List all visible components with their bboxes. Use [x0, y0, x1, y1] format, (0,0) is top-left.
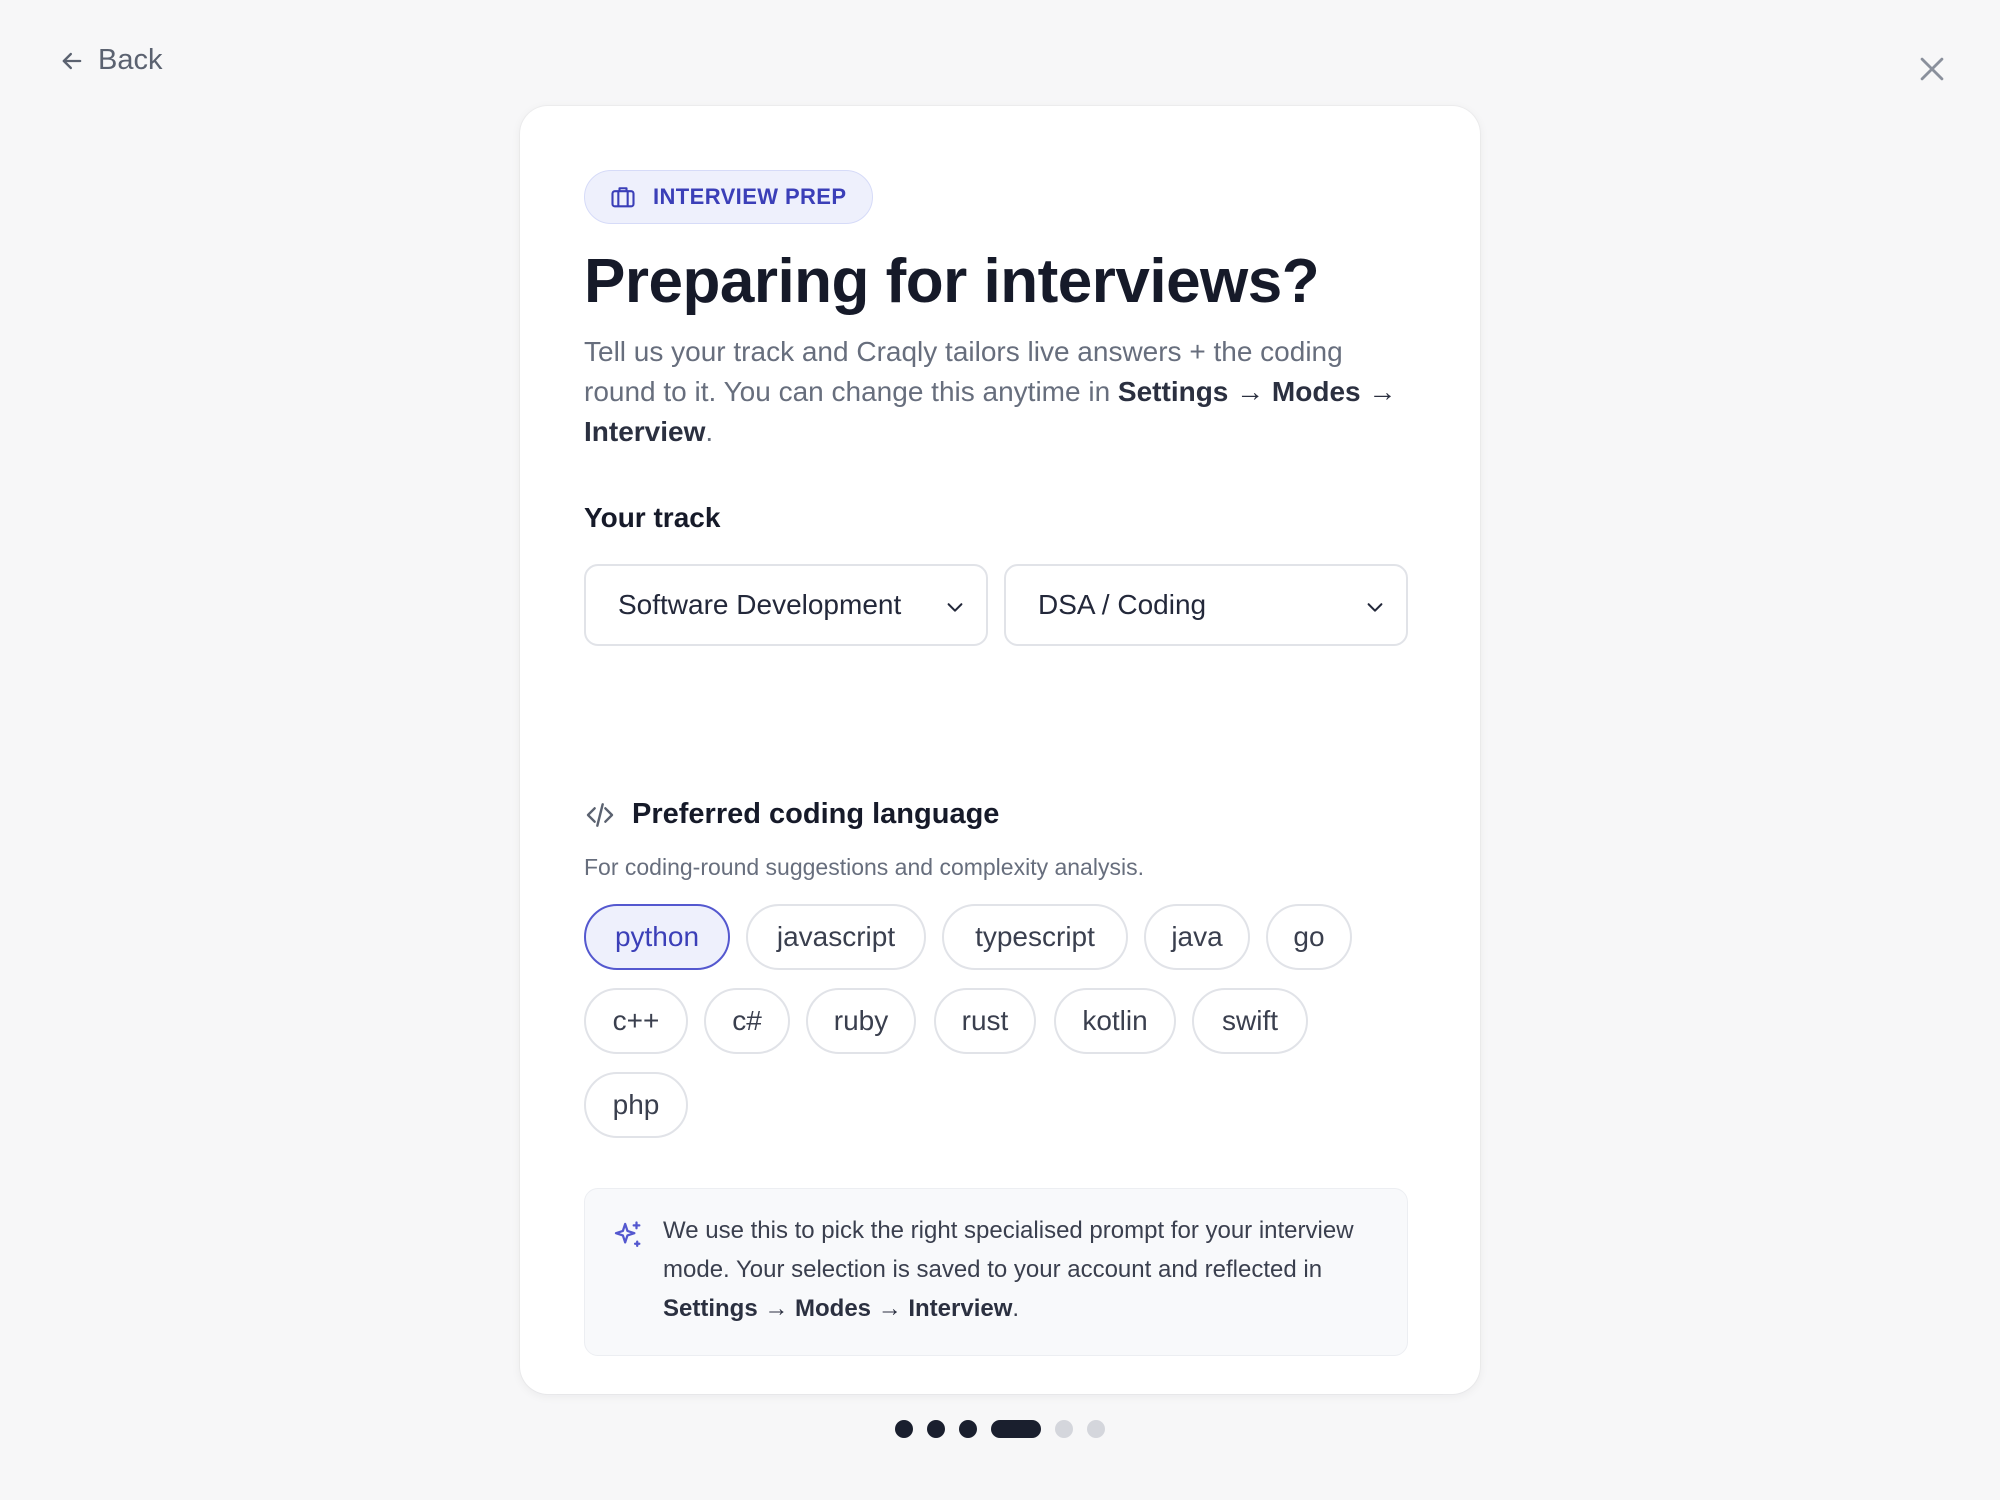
step-dot-active [991, 1420, 1041, 1438]
info-text: We use this to pick the right specialise… [663, 1217, 1354, 1322]
code-icon [586, 802, 614, 827]
chip-cpp[interactable]: c++ [584, 988, 688, 1054]
page-title: Preparing for interviews? [584, 247, 1320, 316]
badge-label: INTERVIEW PREP [653, 184, 847, 209]
step-dot [1087, 1420, 1105, 1438]
coding-language-subtitle: For coding-round suggestions and complex… [584, 854, 1144, 880]
track-secondary-value: DSA / Coding [1038, 589, 1207, 620]
track-primary-select[interactable]: Software Development [584, 564, 988, 646]
onboarding-card: INTERVIEW PREP Preparing for interviews?… [520, 106, 1480, 1438]
chip-typescript[interactable]: typescript [942, 904, 1128, 970]
chip-swift[interactable]: swift [1192, 988, 1308, 1054]
chip-go[interactable]: go [1266, 904, 1352, 970]
info-settings-path: Settings → Modes → Interview [663, 1295, 1013, 1322]
chip-java[interactable]: java [1144, 904, 1250, 970]
coding-language-heading: Preferred coding language [584, 798, 999, 831]
chip-javascript[interactable]: javascript [746, 904, 926, 970]
arrow-left-icon [62, 52, 82, 69]
track-label: Your track [584, 502, 721, 533]
chip-rust[interactable]: rust [934, 988, 1036, 1054]
chevron-down-icon [947, 603, 963, 612]
briefcase-icon [611, 187, 635, 208]
track-primary-value: Software Development [618, 589, 902, 620]
interview-prep-badge: INTERVIEW PREP [584, 170, 874, 224]
back-label: Back [98, 44, 163, 76]
chevron-down-icon [1367, 603, 1383, 612]
track-secondary-select[interactable]: DSA / Coding [1004, 564, 1408, 646]
chip-php[interactable]: php [584, 1072, 688, 1138]
chip-kotlin[interactable]: kotlin [1054, 988, 1176, 1054]
step-dot [895, 1420, 913, 1438]
chip-ruby[interactable]: ruby [806, 988, 916, 1054]
sparkle-icon [614, 1221, 641, 1248]
chip-csharp[interactable]: c# [704, 988, 790, 1054]
step-dot [959, 1420, 977, 1438]
close-icon[interactable] [1915, 52, 1949, 86]
info-callout: We use this to pick the right specialise… [584, 1188, 1408, 1356]
back-button[interactable]: Back [58, 44, 162, 77]
chip-python[interactable]: python [584, 904, 730, 970]
coding-language-title: Preferred coding language [632, 798, 1000, 830]
page-subtitle: Tell us your track and Craqly tailors li… [584, 336, 1397, 447]
step-dot [1055, 1420, 1073, 1438]
step-dot [927, 1420, 945, 1438]
